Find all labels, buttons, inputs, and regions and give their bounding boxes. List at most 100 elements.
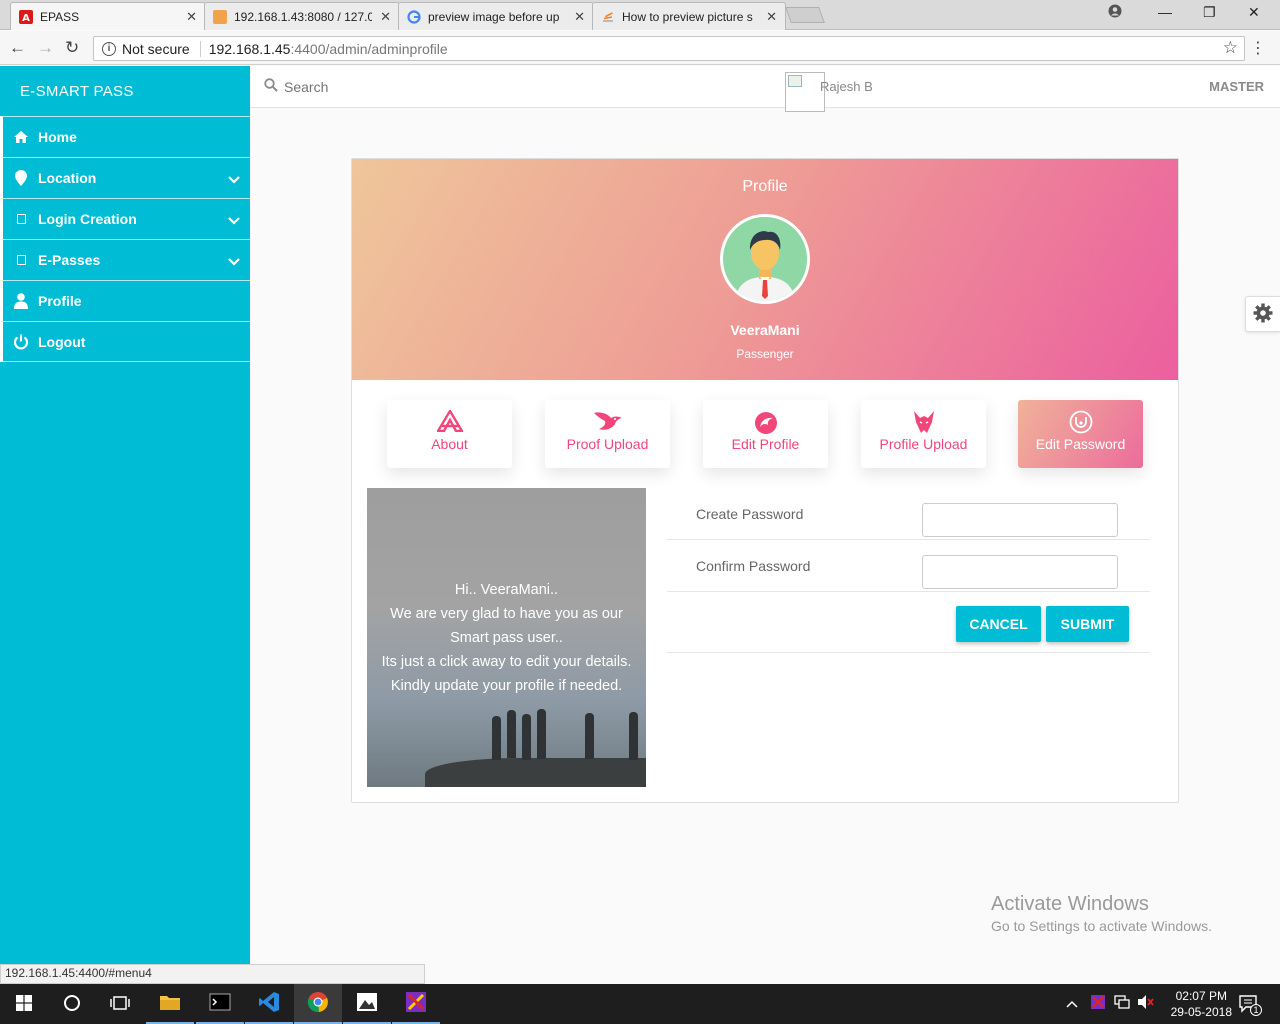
form-actions: CANCEL SUBMIT bbox=[667, 592, 1150, 653]
tab-edit-password[interactable]: Edit Password bbox=[1018, 400, 1143, 468]
tab-label: About bbox=[431, 436, 468, 452]
settings-button[interactable] bbox=[1245, 296, 1280, 332]
lock-circle-icon bbox=[1068, 410, 1094, 434]
task-view-icon bbox=[109, 995, 131, 1014]
submit-button[interactable]: SUBMIT bbox=[1046, 606, 1129, 642]
sidebar-item-label: E-Passes bbox=[38, 252, 101, 268]
tab-proof-upload[interactable]: Proof Upload bbox=[545, 400, 670, 468]
sidebar-item-logout[interactable]: Logout bbox=[0, 321, 250, 362]
create-password-input[interactable] bbox=[922, 503, 1118, 537]
windows-taskbar: 02:07 PM 29-05-2018 1 bbox=[0, 984, 1280, 1024]
create-password-row: Create Password bbox=[667, 488, 1150, 540]
system-clock[interactable]: 02:07 PM 29-05-2018 bbox=[1171, 988, 1232, 1020]
browser-tab-strip: A EPASS ✕ 192.168.1.43:8080 / 127.0 ✕ pr… bbox=[0, 0, 1280, 30]
stackoverflow-icon bbox=[601, 10, 615, 24]
taskbar-photos[interactable] bbox=[343, 984, 391, 1024]
rock-image-shape bbox=[425, 758, 646, 787]
new-tab-button[interactable] bbox=[785, 7, 825, 23]
bookmark-star-icon[interactable]: ☆ bbox=[1223, 38, 1238, 58]
url-bar[interactable]: i Not secure 192.168.1.45:4400/admin/adm… bbox=[93, 36, 1245, 61]
activation-watermark: Activate Windows Go to Settings to activ… bbox=[991, 893, 1212, 934]
welcome-banner: Hi.. VeeraMani.. We are very glad to hav… bbox=[367, 488, 646, 787]
gear-icon bbox=[1253, 303, 1273, 326]
close-icon[interactable]: ✕ bbox=[766, 9, 777, 25]
square-icon bbox=[12, 214, 30, 224]
photos-icon bbox=[356, 992, 378, 1015]
notification-count: 1 bbox=[1250, 1004, 1262, 1016]
welcome-line: Kindly update your profile if needed. bbox=[390, 678, 623, 694]
chevron-down-icon[interactable] bbox=[228, 171, 240, 187]
person-silhouette bbox=[629, 712, 638, 760]
start-button[interactable] bbox=[0, 984, 48, 1024]
reload-icon[interactable]: ↻ bbox=[65, 38, 79, 58]
confirm-password-input[interactable] bbox=[922, 555, 1118, 589]
tab-edit-profile[interactable]: Edit Profile bbox=[703, 400, 828, 468]
taskbar-terminal[interactable] bbox=[196, 984, 244, 1024]
taskbar-file-explorer[interactable] bbox=[146, 984, 194, 1024]
browser-tab-google[interactable]: preview image before up ✕ bbox=[398, 2, 594, 30]
sidebar-item-login-creation[interactable]: Login Creation bbox=[0, 198, 250, 239]
person-silhouette bbox=[507, 710, 516, 758]
sidebar-item-label: Logout bbox=[38, 333, 86, 350]
account-icon[interactable] bbox=[1108, 4, 1122, 21]
forward-arrow-icon[interactable]: → bbox=[37, 38, 54, 58]
tab-about[interactable]: About bbox=[387, 400, 512, 468]
browser-menu-icon[interactable]: ⋮ bbox=[1250, 38, 1266, 58]
welcome-line: Smart pass user.. bbox=[450, 630, 563, 646]
brand-title[interactable]: E-SMART PASS bbox=[0, 66, 250, 116]
chevron-down-icon[interactable] bbox=[228, 253, 240, 269]
browser-tab-epass[interactable]: A EPASS ✕ bbox=[10, 2, 206, 30]
role-label: MASTER bbox=[1209, 79, 1264, 94]
welcome-line: We are very glad to have you as our bbox=[390, 606, 623, 622]
tray-app-icon[interactable] bbox=[1090, 994, 1106, 1013]
cortana-button[interactable] bbox=[48, 984, 96, 1024]
user-name[interactable]: Rajesh B bbox=[820, 79, 873, 94]
square-icon bbox=[12, 255, 30, 265]
wolf-icon bbox=[912, 410, 936, 434]
close-icon[interactable]: ✕ bbox=[574, 9, 585, 25]
close-icon[interactable]: ✕ bbox=[186, 9, 197, 25]
svg-text:A: A bbox=[22, 13, 30, 24]
close-icon[interactable]: ✕ bbox=[380, 9, 391, 25]
sidebar-item-e-passes[interactable]: E-Passes bbox=[0, 239, 250, 280]
sidebar-item-label: Profile bbox=[38, 293, 82, 309]
watermark-title: Activate Windows bbox=[991, 893, 1149, 915]
windows-logo-icon bbox=[16, 994, 32, 1014]
taskbar-vscode[interactable] bbox=[245, 984, 293, 1024]
tab-label: Edit Profile bbox=[731, 436, 800, 452]
folder-icon bbox=[159, 993, 181, 1014]
about-icon bbox=[435, 408, 464, 434]
sidebar-item-label: Home bbox=[38, 129, 77, 145]
browser-tab-stackoverflow[interactable]: How to preview picture s ✕ bbox=[592, 2, 786, 30]
search-box[interactable] bbox=[264, 78, 484, 95]
minimize-icon[interactable]: — bbox=[1158, 4, 1172, 20]
location-pin-icon bbox=[12, 170, 30, 186]
close-window-icon[interactable]: ✕ bbox=[1248, 4, 1260, 21]
chrome-icon bbox=[307, 991, 329, 1016]
address-toolbar: ← → ↻ i Not secure 192.168.1.45:4400/adm… bbox=[0, 31, 1280, 65]
search-input[interactable] bbox=[284, 78, 484, 95]
person-silhouette bbox=[537, 709, 546, 759]
taskbar-paint-app[interactable] bbox=[392, 984, 440, 1024]
cancel-button[interactable]: CANCEL bbox=[956, 606, 1041, 642]
back-arrow-icon[interactable]: ← bbox=[9, 38, 26, 58]
create-password-label: Create Password bbox=[696, 506, 804, 522]
info-icon[interactable]: i bbox=[102, 41, 116, 56]
browser-tab-phpmyadmin[interactable]: 192.168.1.43:8080 / 127.0 ✕ bbox=[204, 2, 400, 30]
tab-profile-upload[interactable]: Profile Upload bbox=[861, 400, 986, 468]
restore-icon[interactable]: ❐ bbox=[1203, 4, 1216, 21]
security-label[interactable]: Not secure bbox=[122, 40, 201, 57]
sidebar-item-profile[interactable]: Profile bbox=[0, 280, 250, 321]
sidebar-item-home[interactable]: Home bbox=[0, 116, 250, 157]
task-view-button[interactable] bbox=[96, 984, 144, 1024]
chevron-up-icon[interactable] bbox=[1066, 996, 1078, 1011]
profile-card: Profile VeeraMani Passenger About Proof … bbox=[351, 158, 1179, 803]
network-icon[interactable] bbox=[1113, 994, 1131, 1013]
volume-muted-icon[interactable] bbox=[1137, 994, 1155, 1013]
url-path: :4400/admin/adminprofile bbox=[290, 40, 448, 57]
sidebar-item-location[interactable]: Location bbox=[0, 157, 250, 198]
taskbar-chrome[interactable] bbox=[294, 984, 342, 1024]
chevron-down-icon[interactable] bbox=[228, 212, 240, 228]
avatar[interactable] bbox=[785, 72, 825, 112]
profile-name: VeeraMani bbox=[730, 322, 800, 338]
